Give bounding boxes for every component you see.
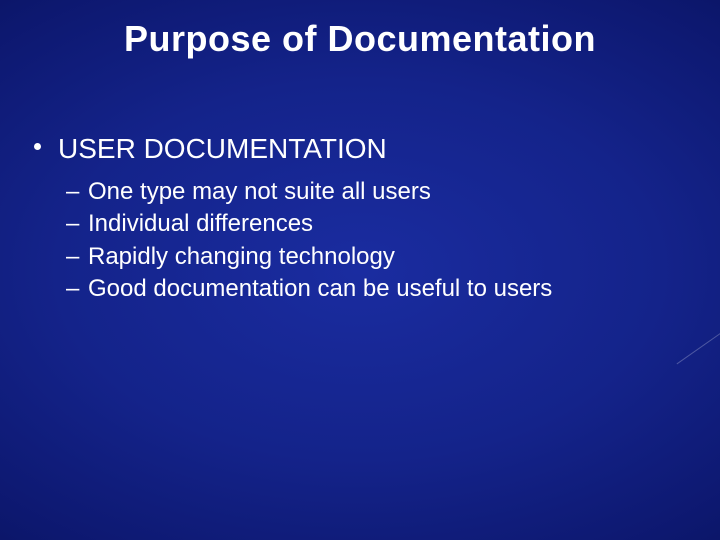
bullet-dot-icon [34,143,41,150]
dash-icon: – [66,208,79,240]
list-item: – Rapidly changing technology [30,241,690,273]
bullet-heading: USER DOCUMENTATION [30,130,690,168]
list-item-text: Rapidly changing technology [88,243,395,270]
slide-title: Purpose of Documentation [0,18,720,60]
slide: Purpose of Documentation USER DOCUMENTAT… [0,0,720,540]
list-item-text: Good documentation can be useful to user… [88,275,552,302]
list-item: – Individual differences [30,208,690,240]
list-item-text: One type may not suite all users [88,178,431,205]
heading-text: USER DOCUMENTATION [58,133,387,164]
dash-icon: – [66,176,79,208]
list-item: – One type may not suite all users [30,176,690,208]
list-item-text: Individual differences [88,210,313,237]
list-item: – Good documentation can be useful to us… [30,273,690,305]
dash-icon: – [66,273,79,305]
dash-icon: – [66,241,79,273]
decorative-ray [677,329,720,364]
slide-body: USER DOCUMENTATION – One type may not su… [30,130,690,305]
